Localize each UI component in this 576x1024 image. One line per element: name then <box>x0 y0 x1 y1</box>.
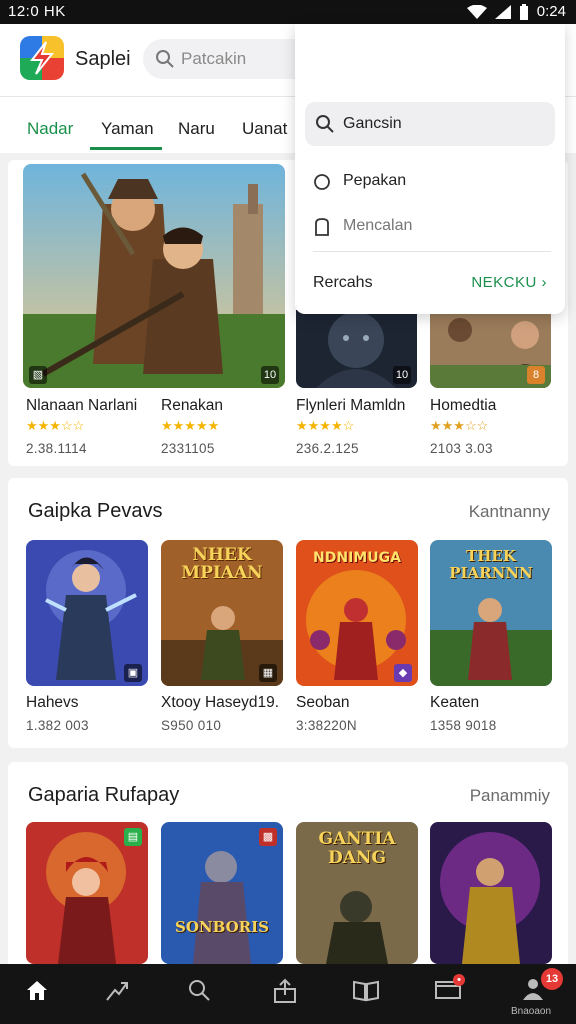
card-badge: 10 <box>393 366 411 384</box>
search-icon[interactable] <box>187 978 211 1002</box>
tab-yaman[interactable]: Yaman <box>101 119 154 139</box>
battery-icon <box>519 3 528 20</box>
card-title: Seoban <box>296 694 350 711</box>
search-placeholder: Patcakin <box>181 49 247 68</box>
rating-stars: ★★★☆☆ <box>26 418 85 433</box>
dropdown-footer-label: Rercahs <box>313 274 373 291</box>
profile-button[interactable]: 13 <box>521 968 563 1005</box>
game-artwork: NHEK MPIAAN ▦ <box>161 540 283 686</box>
rating-stars: ★★★★★ <box>161 418 220 433</box>
download-count: 1358 9018 <box>430 718 497 733</box>
search-icon <box>316 115 334 133</box>
wifi-icon <box>466 4 487 19</box>
status-time-left: 12:0 HK <box>8 3 66 20</box>
dropdown-footer-action[interactable]: NEKCKU › <box>471 274 547 291</box>
app-logo[interactable] <box>20 36 64 80</box>
card-badge: ▤ <box>124 828 142 846</box>
game-artwork: NDNIMUGA ◆ <box>296 540 418 686</box>
game-section: Gaparia Rufapay Panammiy ▤ SONBORIS ▩ GA… <box>8 762 568 972</box>
game-artwork: 8 <box>430 310 551 388</box>
game-artwork: ▧ 10 <box>23 164 285 388</box>
game-artwork[interactable]: ▤ <box>26 822 148 964</box>
home-icon[interactable] <box>25 978 49 1002</box>
card-title: Xtooy Haseyd19. <box>161 694 280 711</box>
bottom-navigation: • 13 Bnaoaon <box>0 964 576 1024</box>
profile-label: Bnaoaon <box>511 1006 552 1017</box>
status-bar: 12:0 HK 0:24 <box>0 0 576 24</box>
game-artwork-title: THEK PIARNNN <box>449 547 533 582</box>
profile-badge: 13 <box>541 968 563 990</box>
game-artwork[interactable]: GANTIA DANG <box>296 822 418 964</box>
card-title: Keaten <box>430 694 480 711</box>
featured-badge: 10 <box>261 366 279 384</box>
see-more-link[interactable]: Panammiy <box>470 786 550 806</box>
app-name: Saplei <box>75 48 131 70</box>
tab-nadar[interactable]: Nadar <box>27 119 73 139</box>
doc-icon <box>315 218 329 236</box>
signal-icon <box>494 4 511 19</box>
tab-uanat[interactable]: Uanat <box>242 119 287 139</box>
download-count: 2331105 <box>161 441 215 456</box>
dropdown-search-label: Gancsin <box>343 115 402 132</box>
download-count: 236.2.125 <box>296 441 359 456</box>
game-artwork-title: NHEK MPIAAN <box>181 545 263 583</box>
download-count: 2.38.1114 <box>26 441 87 456</box>
trending-icon[interactable] <box>105 978 131 1002</box>
card-badge: ▣ <box>124 664 142 682</box>
game-artwork[interactable]: SONBORIS ▩ <box>161 822 283 964</box>
rating-stars: ★★★★☆ <box>296 418 355 433</box>
dropdown-search[interactable]: Gancsin <box>305 102 555 146</box>
game-artwork: 10 <box>296 310 417 388</box>
game-artwork-title: SONBORIS <box>175 918 269 936</box>
status-time-right: 0:24 <box>536 3 566 20</box>
card-title: Renakan <box>161 397 224 414</box>
rating-stars: ★★★☆☆ <box>430 418 489 433</box>
section-title: Gaparia Rufapay <box>28 784 180 806</box>
card-badge: 8 <box>527 366 545 384</box>
inbox-badge: • <box>453 974 465 986</box>
card-badge: ▦ <box>259 664 277 682</box>
game-artwork: ▣ <box>26 540 148 686</box>
tab-naru[interactable]: Naru <box>178 119 215 139</box>
download-count: 2103 3.03 <box>430 441 493 456</box>
card-title: Hahevs <box>26 694 79 711</box>
game-artwork-title: NDNIMUGA <box>313 550 401 566</box>
circle-icon <box>314 174 330 190</box>
divider <box>313 251 551 252</box>
download-count: 3:38220N <box>296 718 357 733</box>
featured-badge: ▧ <box>29 366 47 384</box>
game-artwork[interactable] <box>430 822 552 964</box>
card-title: Nlanaan Narlani <box>26 397 138 414</box>
inbox-button[interactable]: • <box>435 974 465 1005</box>
game-artwork-title: GANTIA DANG <box>318 829 396 868</box>
section-title: Gaipka Pevavs <box>28 500 163 522</box>
game-artwork: THEK PIARNNN <box>430 540 552 686</box>
card-badge: ▩ <box>259 828 277 846</box>
search-icon <box>156 50 174 68</box>
download-count: 1.382 003 <box>26 718 89 733</box>
download-count: S950 010 <box>161 718 222 733</box>
game-section: Gaipka Pevavs Kantnanny ▣ Hahevs 1.382 0… <box>8 478 568 748</box>
share-icon[interactable] <box>272 978 298 1004</box>
card-title: Homedtia <box>430 397 497 414</box>
active-tab-indicator <box>90 147 162 150</box>
library-icon[interactable] <box>352 978 380 1002</box>
card-title: Flynleri Mamldn <box>296 397 406 414</box>
card-badge: ◆ <box>394 664 412 682</box>
see-more-link[interactable]: Kantnanny <box>469 502 550 522</box>
dropdown-menu: Gancsin Pepakan Mencalan Rercahs NEKCKU … <box>295 24 565 314</box>
